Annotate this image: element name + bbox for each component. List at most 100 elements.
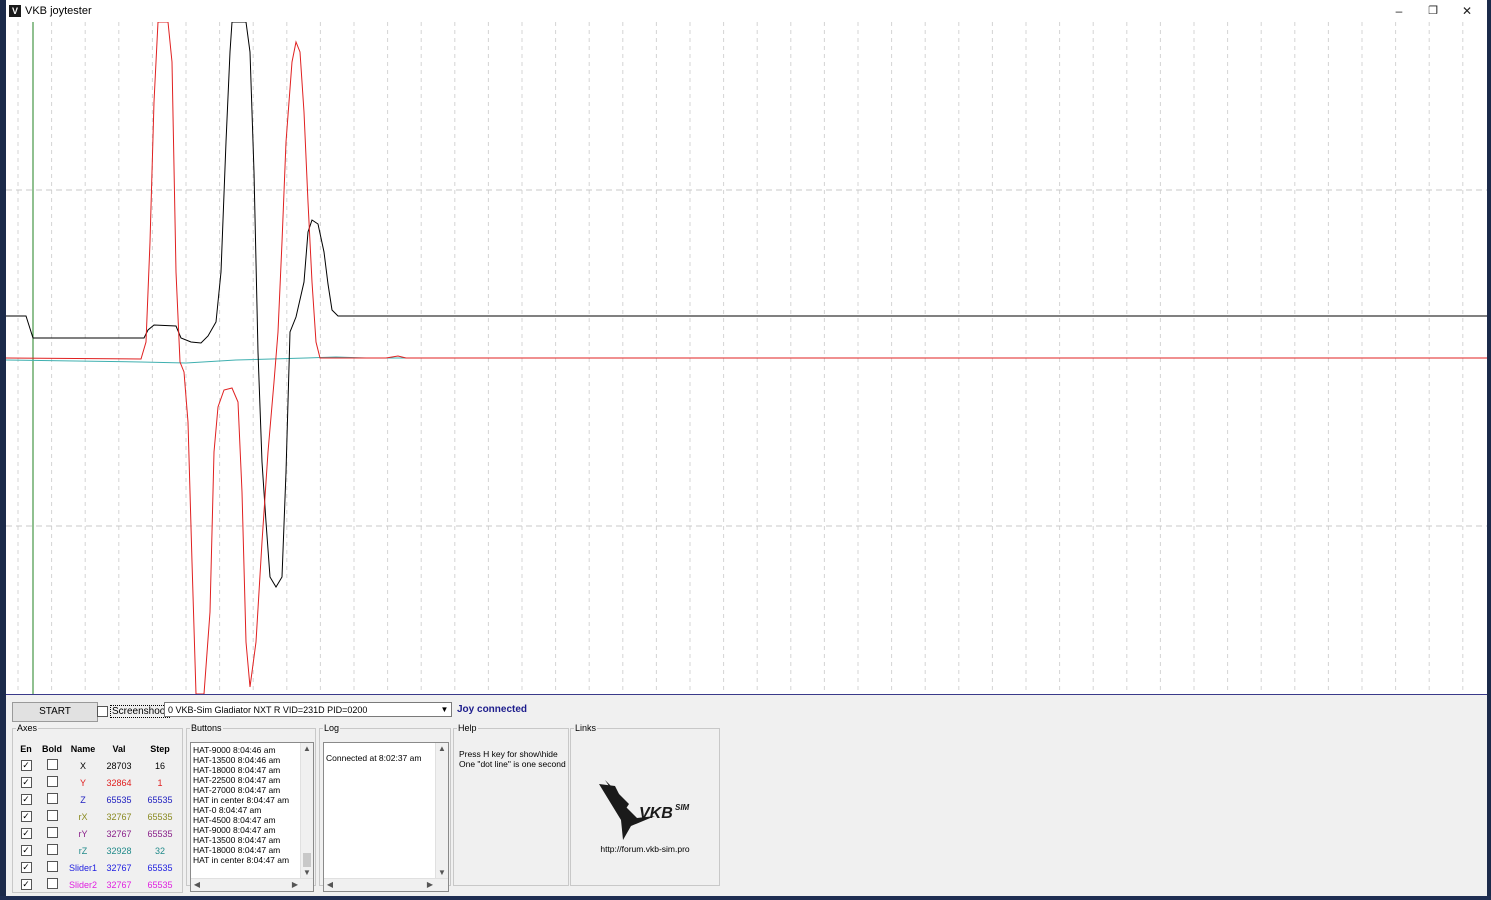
logo-suffix: SIM [675, 803, 690, 812]
axes-table: En Bold Name Val Step ✓ X 28703 16 ✓ Y 32864 1 ✓… [15, 741, 181, 893]
button-event-item: HAT-27000 8:04:47 am [193, 785, 281, 795]
axis-value: 32767 [106, 879, 132, 890]
trace-x [6, 22, 1487, 588]
axis-row: ✓ rX 32767 65535 [15, 808, 181, 825]
axis-value: 32767 [106, 828, 132, 839]
axis-enable-checkbox[interactable]: ✓ [20, 794, 32, 805]
axes-plot-area [6, 22, 1487, 695]
log-hscrollbar[interactable]: ◀ ▶ [324, 878, 448, 891]
axis-step: 16 [154, 760, 165, 771]
screenshoot-checkbox[interactable] [97, 706, 108, 717]
log-group: Log Connected at 8:02:37 am ▲ ▼ ◀ ▶ [319, 723, 451, 892]
chevron-right-icon[interactable]: ▶ [289, 879, 301, 891]
axis-name: rZ [78, 845, 88, 856]
axis-bold-checkbox[interactable] [46, 776, 58, 787]
axis-bold-cell [37, 859, 67, 876]
axis-bold-checkbox[interactable] [46, 844, 58, 855]
axis-enable-checkbox[interactable]: ✓ [20, 777, 32, 788]
minimize-button[interactable]: – [1382, 0, 1416, 22]
axis-bold-checkbox[interactable] [46, 861, 58, 872]
start-button[interactable]: START [12, 702, 98, 722]
axis-bold-cell [37, 757, 67, 774]
axis-value: 32864 [106, 777, 132, 788]
maximize-button[interactable]: ❐ [1416, 0, 1450, 22]
log-vscrollbar[interactable]: ▲ ▼ [435, 743, 448, 879]
axis-row: ✓ Slider1 32767 65535 [15, 859, 181, 876]
axis-row: ✓ rZ 32928 32 [15, 842, 181, 859]
axis-row: ✓ Z 65535 65535 [15, 791, 181, 808]
buttons-hscrollbar[interactable]: ◀ ▶ [191, 878, 313, 891]
axis-bold-cell [37, 842, 67, 859]
axis-step: 65535 [147, 811, 173, 822]
chevron-down-icon[interactable]: ▼ [439, 704, 450, 715]
axis-bold-checkbox[interactable] [46, 827, 58, 838]
log-legend: Log [324, 723, 340, 733]
col-bold: Bold [42, 744, 62, 754]
buttons-group: Buttons HAT-9000 8:04:46 am HAT-13500 8:0… [186, 723, 316, 892]
axis-name: rY [78, 828, 88, 839]
logo-text: VKB [639, 805, 673, 822]
button-event-item: HAT-4500 8:04:47 am [193, 815, 276, 825]
vkb-sim-logo[interactable]: VKB SIM [595, 780, 695, 840]
axis-bold-checkbox[interactable] [46, 793, 58, 804]
help-text: Press H key for show\hide One "dot line"… [459, 749, 566, 769]
vkb-app-icon: V [9, 5, 21, 17]
device-select-value: 0 VKB-Sim Gladiator NXT R VID=231D PID=0… [168, 705, 368, 715]
button-event-item: HAT-18000 8:04:47 am [193, 765, 281, 775]
chevron-up-icon[interactable]: ▲ [436, 743, 448, 755]
screenshoot-label[interactable]: Screenshoot [110, 705, 171, 718]
device-select[interactable]: 0 VKB-Sim Gladiator NXT R VID=231D PID=0… [164, 702, 452, 717]
axis-bold-checkbox[interactable] [46, 878, 58, 889]
button-event-item: HAT-9000 8:04:46 am [193, 745, 276, 755]
links-legend: Links [575, 723, 597, 733]
button-event-item: HAT in center 8:04:47 am [193, 795, 290, 805]
axis-value: 32928 [106, 845, 132, 856]
forum-link[interactable]: http://forum.vkb-sim.pro [571, 844, 719, 854]
button-event-item: HAT-22500 8:04:47 am [193, 775, 281, 785]
axis-row: ✓ rY 32767 65535 [15, 825, 181, 842]
title-bar: V VKB joytester – ❐ ✕ [6, 0, 1487, 22]
axis-enable-checkbox[interactable]: ✓ [20, 811, 32, 822]
axis-enable-cell: ✓ [15, 791, 37, 808]
scroll-thumb[interactable] [303, 853, 311, 867]
axis-step: 32 [154, 845, 165, 856]
axis-enable-checkbox[interactable]: ✓ [20, 862, 32, 873]
button-event-item: HAT-9000 8:04:47 am [193, 825, 276, 835]
axis-enable-checkbox[interactable]: ✓ [20, 879, 32, 890]
window-title: VKB joytester [25, 5, 92, 17]
buttons-list[interactable]: HAT-9000 8:04:46 am HAT-13500 8:04:46 am H… [190, 742, 314, 892]
taskbar-edge [0, 896, 1491, 900]
chevron-left-icon[interactable]: ◀ [324, 879, 336, 891]
axis-name: Slider1 [68, 862, 97, 873]
axis-enable-checkbox[interactable]: ✓ [20, 828, 32, 839]
axis-enable-checkbox[interactable]: ✓ [20, 760, 32, 771]
log-list-content: Connected at 8:02:37 am [326, 753, 421, 763]
axis-step: 65535 [147, 879, 173, 890]
buttons-vscrollbar[interactable]: ▲ ▼ [300, 743, 313, 879]
log-item: Connected at 8:02:37 am [326, 753, 422, 763]
axis-enable-checkbox[interactable]: ✓ [20, 845, 32, 856]
axis-value: 32767 [106, 811, 132, 822]
chevron-up-icon[interactable]: ▲ [301, 743, 313, 755]
axis-bold-cell [37, 791, 67, 808]
axis-step: 1 [157, 777, 163, 788]
axis-row: ✓ Slider2 32767 65535 [15, 876, 181, 893]
axis-row: ✓ X 28703 16 [15, 757, 181, 774]
col-step: Step [150, 744, 170, 754]
col-name: Name [70, 744, 96, 754]
button-event-item: HAT-18000 8:04:47 am [193, 845, 281, 855]
axis-bold-checkbox[interactable] [46, 810, 58, 821]
control-panel: START Screenshoot 0 VKB-Sim Gladiator NX… [6, 695, 1487, 900]
axis-name: rX [78, 811, 88, 822]
log-list[interactable]: Connected at 8:02:37 am ▲ ▼ ◀ ▶ [323, 742, 449, 892]
axis-name: X [79, 760, 86, 771]
axes-legend: Axes [17, 723, 38, 733]
axis-value: 65535 [106, 794, 132, 805]
button-event-item: HAT in center 8:04:47 am [193, 855, 290, 865]
chevron-right-icon[interactable]: ▶ [424, 879, 436, 891]
axis-enable-cell: ✓ [15, 757, 37, 774]
axis-bold-checkbox[interactable] [46, 759, 58, 770]
close-button[interactable]: ✕ [1450, 0, 1484, 22]
chevron-left-icon[interactable]: ◀ [191, 879, 203, 891]
axes-plot-graph [6, 22, 1487, 694]
